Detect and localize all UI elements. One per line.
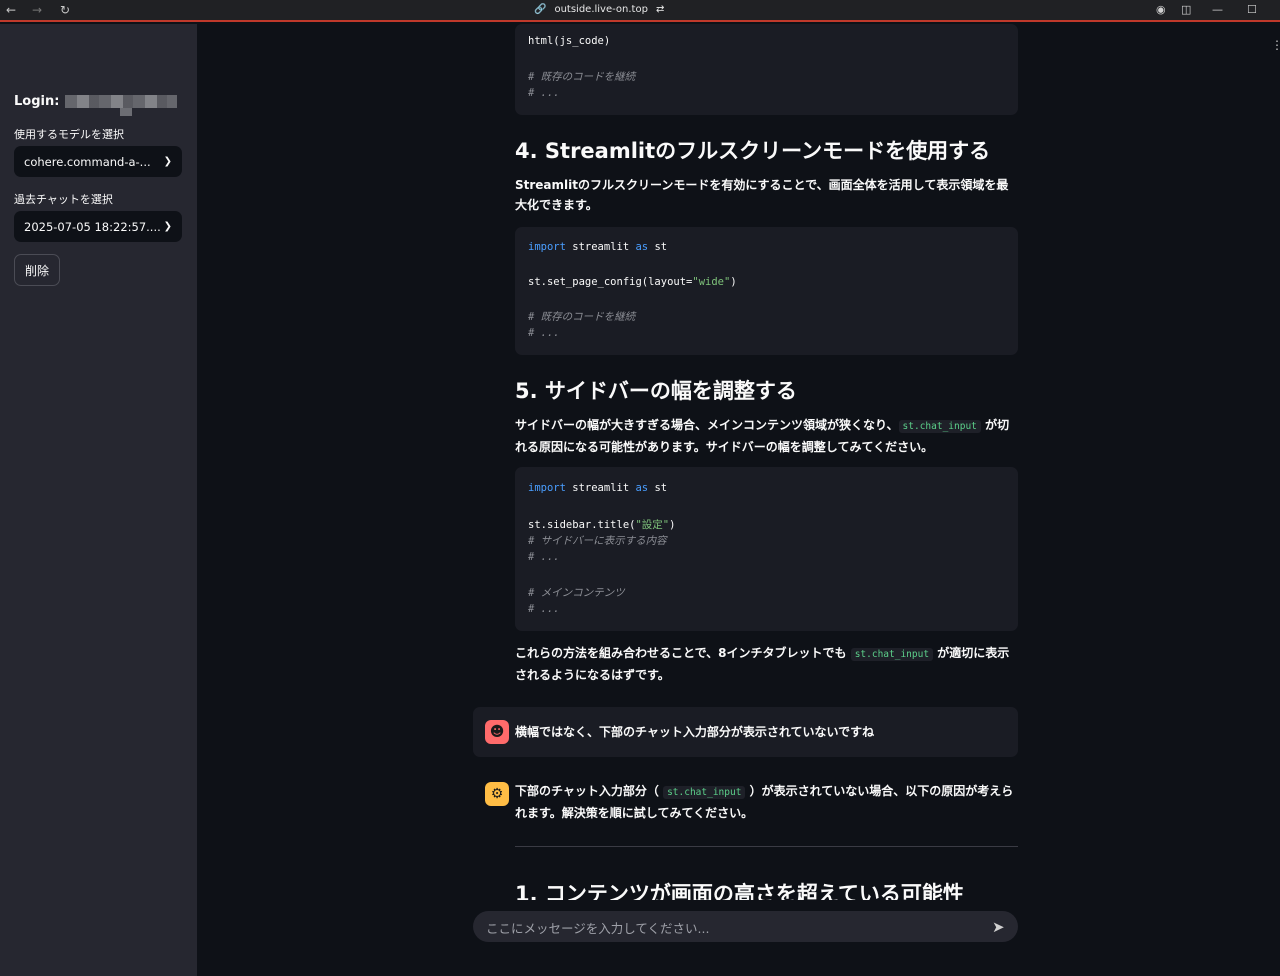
paragraph: これらの方法を組み合わせることで、8インチタブレットでも st.chat_inp… bbox=[515, 646, 1010, 682]
globe-icon[interactable]: ◉ bbox=[1156, 3, 1166, 16]
model-select-label: 使用するモデルを選択 bbox=[14, 128, 124, 141]
code-block: import streamlit as st st.set_page_confi… bbox=[515, 227, 1018, 355]
code-line: html(js_code) bbox=[528, 35, 611, 47]
code-block: html(js_code) # 既存のコードを継続 # ... bbox=[515, 24, 1018, 115]
more-menu-icon[interactable]: ⋮ bbox=[1271, 38, 1280, 52]
paragraph: サイドバーの幅が大きすぎる場合、メインコンテンツ領域が狭くなり、 st.chat_… bbox=[515, 418, 1010, 454]
login-label: Login: bbox=[14, 94, 60, 109]
code-block: import streamlit as st st.sidebar.title(… bbox=[515, 467, 1018, 631]
login-status: Login: bbox=[14, 94, 178, 116]
code-comment: # ... bbox=[528, 603, 560, 615]
delete-button[interactable]: 削除 bbox=[14, 254, 60, 286]
user-avatar-icon: ☻ bbox=[485, 720, 509, 744]
chevron-down-icon: ❯ bbox=[163, 156, 172, 167]
model-select[interactable]: cohere.command-a-... ❯ bbox=[14, 146, 182, 177]
chevron-down-icon: ❯ bbox=[163, 221, 172, 232]
link-icon: 🔗 bbox=[534, 4, 547, 15]
bot-message-text: 下部のチャット入力部分（ st.chat_input ）が表示されていない場合、… bbox=[515, 784, 1014, 820]
code-line: import streamlit as st bbox=[528, 482, 668, 494]
code-comment: # ... bbox=[528, 87, 560, 99]
divider bbox=[515, 846, 1018, 847]
forward-icon[interactable]: → bbox=[32, 3, 42, 17]
code-comment: # 既存のコードを継続 bbox=[528, 71, 636, 83]
bot-avatar-icon: ⚙ bbox=[485, 782, 509, 806]
inline-code: st.chat_input bbox=[898, 420, 981, 433]
code-comment: # サイドバーに表示する内容 bbox=[528, 535, 667, 547]
back-icon[interactable]: ← bbox=[6, 3, 16, 17]
chat-input[interactable]: ここにメッセージを入力してください... bbox=[473, 911, 1018, 942]
code-comment: # メインコンテンツ bbox=[528, 587, 625, 599]
model-select-value: cohere.command-a-... bbox=[24, 154, 151, 169]
code-line: import streamlit as st bbox=[528, 241, 668, 253]
section-heading: 4. Streamlitのフルスクリーンモードを使用する bbox=[515, 139, 991, 163]
sidebar-toggle-icon[interactable]: ◫ bbox=[1181, 3, 1191, 16]
paragraph: Streamlitのフルスクリーンモードを有効にすることで、画面全体を活用して表… bbox=[515, 178, 1009, 212]
inline-code: st.chat_input bbox=[663, 786, 746, 799]
send-icon[interactable]: ➤ bbox=[992, 918, 1005, 936]
redacted-username-tail bbox=[120, 108, 132, 116]
code-comment: # 既存のコードを継続 bbox=[528, 311, 636, 323]
maximize-icon[interactable]: ☐ bbox=[1247, 3, 1257, 16]
redacted-username bbox=[65, 95, 178, 108]
code-comment: # ... bbox=[528, 551, 560, 563]
url-text: outside.live-on.top bbox=[554, 4, 648, 15]
code-line: st.set_page_config(layout="wide") bbox=[528, 276, 737, 288]
history-select-label: 過去チャットを選択 bbox=[14, 193, 113, 206]
tune-icon[interactable]: ⇄ bbox=[656, 4, 664, 15]
history-select[interactable]: 2025-07-05 18:22:57.... ❯ bbox=[14, 211, 182, 242]
minimize-icon[interactable]: — bbox=[1212, 3, 1223, 16]
code-comment: # ... bbox=[528, 327, 560, 339]
browser-toolbar: ← → ↻ 🔗 outside.live-on.top ⇄ ◉ ◫ — ☐ bbox=[0, 0, 1280, 22]
inline-code: st.chat_input bbox=[850, 648, 934, 661]
section-heading: 5. サイドバーの幅を調整する bbox=[515, 379, 797, 403]
user-message-text: 横幅ではなく、下部のチャット入力部分が表示されていないですね bbox=[515, 725, 875, 739]
history-select-value: 2025-07-05 18:22:57.... bbox=[24, 219, 161, 234]
reload-icon[interactable]: ↻ bbox=[60, 3, 70, 17]
address-bar[interactable]: 🔗 outside.live-on.top ⇄ bbox=[534, 4, 664, 15]
code-line: st.sidebar.title("設定") bbox=[528, 519, 676, 531]
